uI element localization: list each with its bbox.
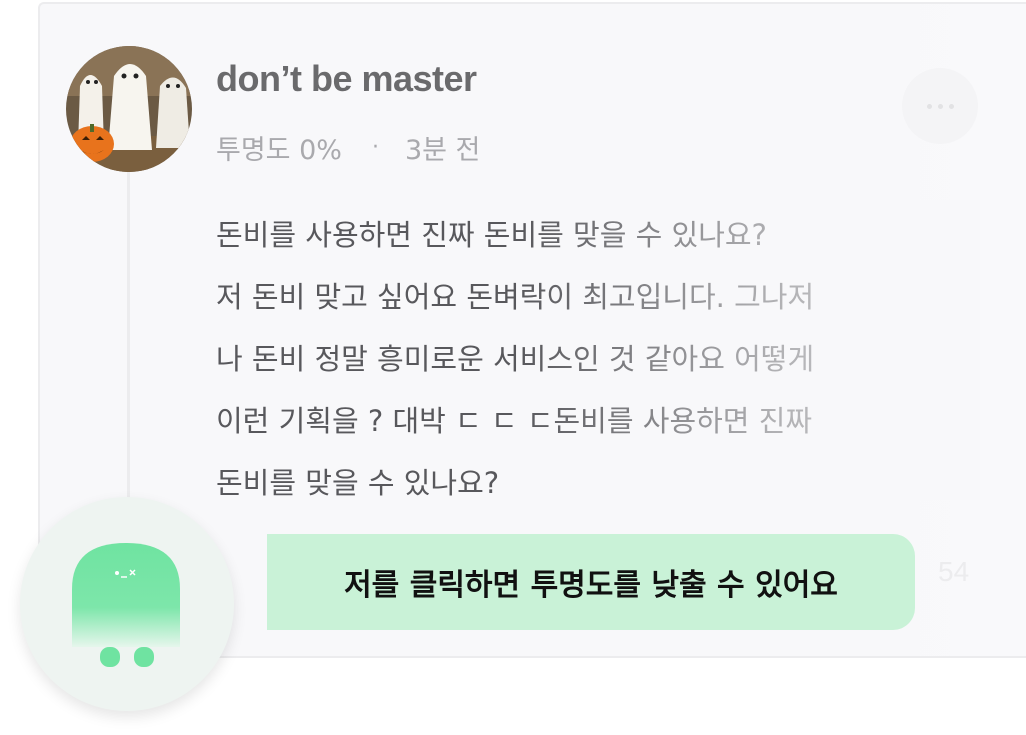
more-dots-icon bbox=[926, 103, 932, 109]
thread-line bbox=[127, 172, 130, 502]
opacity-tooltip: 저를 클릭하면 투명도를 낮출 수 있어요 bbox=[267, 534, 915, 630]
more-button[interactable] bbox=[902, 68, 978, 144]
comment-line: 이런 기획을 ? 대박 ㄷ ㄷ ㄷ돈비를 사용하면 진짜 bbox=[216, 404, 813, 438]
timestamp: 3분 전 bbox=[404, 135, 481, 166]
meta-separator: · bbox=[371, 135, 379, 160]
username[interactable]: don’t be master bbox=[216, 58, 477, 100]
comment-screen: don’t be master 투명도 0% · 3분 전 돈비를 사용하면 진… bbox=[0, 0, 1026, 735]
ghost-icon bbox=[72, 543, 180, 667]
comment-line: 나 돈비 정말 흥미로운 서비스인 것 같아요 어떻게 bbox=[216, 342, 815, 376]
more-dot bbox=[948, 103, 954, 109]
comment-line: 돈비를 사용하면 진짜 돈비를 맞을 수 있나요? bbox=[216, 218, 767, 252]
ghost-opacity-button[interactable] bbox=[20, 497, 234, 711]
comment-line: 돈비를 맞을 수 있나요? bbox=[216, 466, 500, 500]
like-count: 54 bbox=[938, 556, 970, 587]
comment-line: 저 돈비 맞고 싶어요 돈벼락이 최고입니다. 그나저 bbox=[216, 280, 815, 314]
opacity-label: 투명도 0% bbox=[216, 135, 342, 166]
comment-meta: 투명도 0% · 3분 전 bbox=[216, 128, 480, 167]
comment-body: 돈비를 사용하면 진짜 돈비를 맞을 수 있나요? 저 돈비 맞고 싶어요 돈벼… bbox=[216, 204, 976, 514]
more-dot bbox=[937, 103, 943, 109]
avatar[interactable] bbox=[66, 46, 192, 172]
avatar-photo-icon bbox=[66, 46, 192, 172]
